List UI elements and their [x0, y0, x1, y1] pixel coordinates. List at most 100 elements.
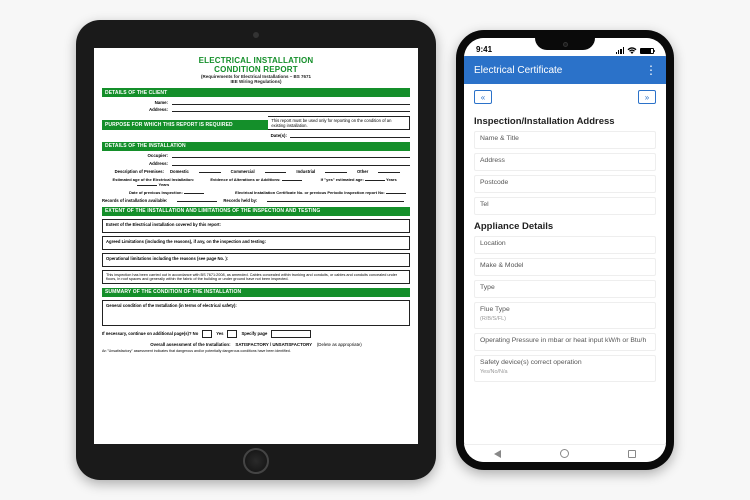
field-make-model[interactable]: Make & Model: [474, 258, 656, 276]
label-sat-unsat: SATISFACTORY / UNSATISFACTORY: [235, 342, 312, 347]
label-op-lim: Operational limitations including the re…: [106, 256, 228, 261]
label-specify: Specify page: [241, 331, 267, 336]
phone-notch: [535, 38, 595, 50]
input-evidence[interactable]: [282, 177, 302, 181]
input-specify-page[interactable]: [271, 330, 311, 338]
nav-next-button[interactable]: »: [638, 90, 656, 104]
section-extent-header: EXTENT OF THE INSTALLATION AND LIMITATIO…: [102, 207, 410, 216]
app-bar: Electrical Certificate ⋮: [464, 56, 666, 84]
input-occupier[interactable]: [172, 153, 410, 158]
opt-other[interactable]: Other: [357, 169, 368, 174]
field-name-title[interactable]: Name & Title: [474, 131, 656, 149]
label-name-title: Name & Title: [480, 135, 650, 142]
section-address-header: Inspection/Installation Address: [474, 116, 656, 127]
field-flue-type[interactable]: Flue Type (R/B/S/FL): [474, 302, 656, 329]
tablet-device: ELECTRICAL INSTALLATION CONDITION REPORT…: [76, 20, 436, 480]
label-tel: Tel: [480, 201, 650, 208]
label-safety: Safety device(s) correct operation: [480, 359, 650, 366]
form-title-2: CONDITION REPORT: [102, 65, 410, 74]
label-years-1: Years: [159, 182, 170, 187]
nav-prev-button[interactable]: «: [474, 90, 492, 104]
input-records-avail[interactable]: [177, 198, 217, 202]
input-records-held[interactable]: [267, 198, 404, 202]
input-prev-cert[interactable]: [386, 190, 406, 194]
input-other[interactable]: [378, 169, 400, 173]
field-address[interactable]: Address: [474, 153, 656, 171]
form-subtitle-2: IEE Wiring Regulations): [102, 79, 410, 84]
label-prev-inspection: Date of previous Inspection:: [129, 190, 183, 195]
phone-screen: 9:41 Electrical Certificate ⋮ « » Inspec…: [464, 38, 666, 462]
label-address: Address:: [102, 107, 172, 112]
input-client-address[interactable]: [172, 107, 410, 112]
box-extent-of[interactable]: Extent of the Electrical installation co…: [102, 219, 410, 233]
label-evidence: Evidence of Alterations or Additions:: [210, 177, 280, 182]
section-summary-header: SUMMARY OF THE CONDITION OF THE INSTALLA…: [102, 288, 410, 297]
field-safety[interactable]: Safety device(s) correct operation Yes/N…: [474, 355, 656, 382]
label-ifyes: If "yes" estimated age:: [321, 177, 364, 182]
checkbox-no[interactable]: [202, 330, 212, 338]
label-overall: Overall assessment of the Installation:: [150, 342, 230, 347]
field-op-pressure[interactable]: Operating Pressure in mbar or heat input…: [474, 333, 656, 351]
field-tel[interactable]: Tel: [474, 197, 656, 215]
label-prev-cert: Electrical Installation Certificate No. …: [235, 190, 385, 195]
label-occupier: Occupier:: [102, 153, 172, 158]
field-type[interactable]: Type: [474, 280, 656, 298]
label-gen-cond: General condition of the Installation (i…: [106, 303, 237, 308]
android-recent-icon[interactable]: [628, 450, 636, 458]
field-postcode[interactable]: Postcode: [474, 175, 656, 193]
label-name: Name:: [102, 100, 172, 105]
phone-device: 9:41 Electrical Certificate ⋮ « » Inspec…: [456, 30, 674, 470]
input-date[interactable]: [290, 133, 410, 138]
footnote: An "Unsatisfactory" assessment indicates…: [102, 349, 410, 353]
tablet-home-button[interactable]: [243, 448, 269, 474]
opt-commercial[interactable]: Commercial: [231, 169, 255, 174]
label-extent-of: Extent of the Electrical installation co…: [106, 222, 221, 227]
input-prev-inspection[interactable]: [184, 190, 204, 194]
label-safety-sub: Yes/No/N/a: [480, 369, 650, 375]
box-op-lim[interactable]: Operational limitations including the re…: [102, 253, 410, 267]
label-records-avail: Records of installation available:: [102, 198, 171, 203]
label-flue-type-sub: (R/B/S/FL): [480, 316, 650, 322]
label-type: Type: [480, 284, 650, 291]
battery-icon: [640, 48, 654, 54]
input-commercial[interactable]: [265, 169, 287, 173]
box-agreed-lim[interactable]: Agreed Limitations (including the reason…: [102, 236, 410, 250]
opt-domestic[interactable]: Domestic: [170, 169, 189, 174]
android-nav-bar: [464, 444, 666, 462]
label-agreed-lim: Agreed Limitations (including the reason…: [106, 239, 266, 244]
input-ifyes[interactable]: [365, 177, 385, 181]
form-area: Inspection/Installation Address Name & T…: [464, 116, 666, 394]
section-appliance-header: Appliance Details: [474, 221, 656, 232]
label-op-pressure: Operating Pressure in mbar or heat input…: [480, 337, 650, 344]
menu-dots-icon[interactable]: ⋮: [645, 64, 656, 76]
section-purpose-header: PURPOSE FOR WHICH THIS REPORT IS REQUIRE…: [102, 120, 268, 130]
tablet-screen: ELECTRICAL INSTALLATION CONDITION REPORT…: [94, 48, 418, 444]
android-back-icon[interactable]: [494, 450, 501, 458]
android-home-icon[interactable]: [560, 449, 569, 458]
section-client-header: DETAILS OF THE CLIENT: [102, 88, 410, 97]
label-phone-address: Address: [480, 157, 650, 164]
input-inst-address[interactable]: [172, 161, 410, 166]
opt-industrial[interactable]: Industrial: [296, 169, 315, 174]
box-gen-cond[interactable]: General condition of the Installation (i…: [102, 300, 410, 326]
wifi-icon: [627, 47, 637, 54]
input-domestic[interactable]: [199, 169, 221, 173]
input-industrial[interactable]: [325, 169, 347, 173]
label-date: Date(s):: [268, 133, 290, 138]
label-postcode: Postcode: [480, 179, 650, 186]
label-flue-type: Flue Type: [480, 306, 650, 313]
form-title-1: ELECTRICAL INSTALLATION: [102, 56, 410, 65]
input-name[interactable]: [172, 100, 410, 105]
appbar-title: Electrical Certificate: [474, 65, 645, 76]
phone-camera: [563, 42, 568, 47]
field-location[interactable]: Location: [474, 236, 656, 254]
checkbox-yes[interactable]: [227, 330, 237, 338]
label-desc-premises: Description of Premises:: [102, 169, 170, 174]
label-inst-address: Address:: [102, 161, 172, 166]
label-location: Location: [480, 240, 650, 247]
input-est-age[interactable]: [137, 182, 157, 186]
label-delete: (Delete as appropriate): [317, 342, 362, 347]
label-yes: Yes: [216, 331, 223, 336]
label-make-model: Make & Model: [480, 262, 650, 269]
tablet-camera: [253, 32, 259, 38]
